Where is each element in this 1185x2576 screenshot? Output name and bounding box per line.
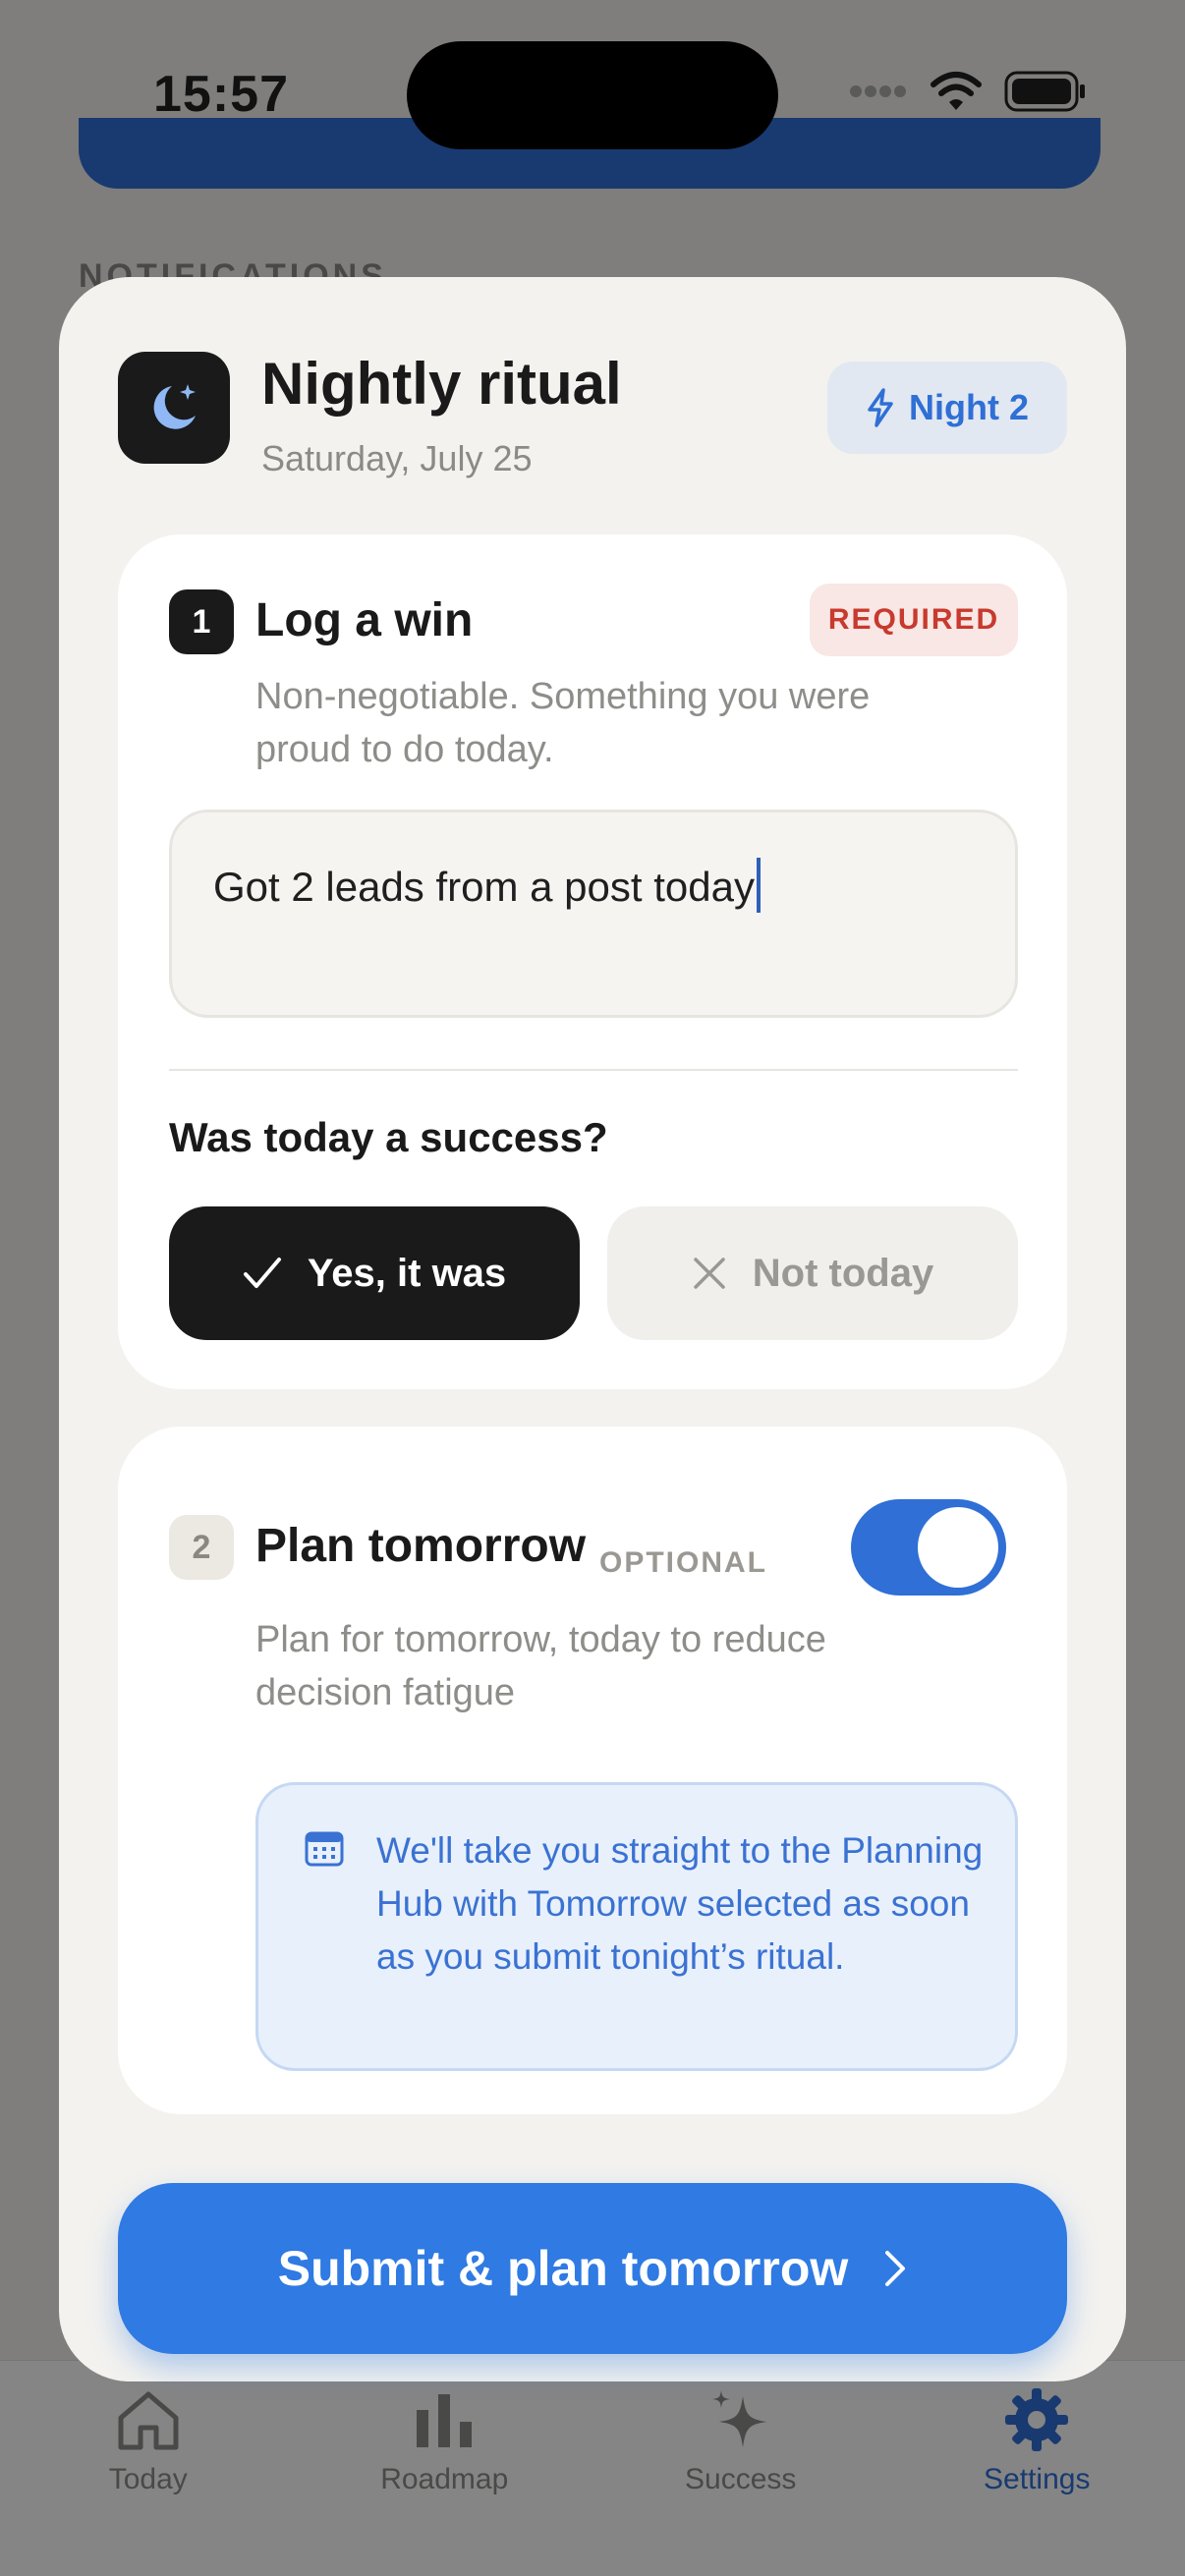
not-today-button[interactable]: Not today: [607, 1206, 1018, 1340]
step-description: Non-negotiable. Something you were proud…: [255, 676, 871, 770]
required-badge: REQUIRED: [810, 584, 1018, 656]
submit-plan-tomorrow-button[interactable]: Submit & plan tomorrow: [118, 2183, 1067, 2354]
chevron-right-icon: [885, 2251, 906, 2286]
nightly-ritual-sheet: Nightly ritual Saturday, July 25 Night 2…: [59, 277, 1126, 2381]
app-icon: [118, 352, 230, 464]
dynamic-island: [407, 41, 778, 149]
optional-badge: OPTIONAL: [599, 1546, 767, 1579]
moon-stars-icon: [153, 384, 196, 429]
calendar-icon: [305, 1831, 344, 1867]
sheet-date: Saturday, July 25: [261, 438, 533, 478]
status-icons: [849, 71, 1087, 112]
win-input[interactable]: Got 2 leads from a post today: [169, 810, 1018, 1018]
sheet-title: Nightly ritual: [261, 351, 622, 417]
step-title: Log a win: [255, 594, 474, 646]
toggle-knob: [918, 1507, 998, 1588]
step-number: 2: [169, 1515, 234, 1580]
close-icon: [694, 1258, 725, 1289]
battery-icon: [1004, 71, 1085, 112]
lightning-icon: [868, 388, 893, 427]
wifi-icon: [931, 72, 982, 110]
not-today-label: Not today: [752, 1251, 934, 1295]
win-input-value: Got 2 leads from a post today: [213, 864, 755, 910]
step-title: Plan tomorrow: [255, 1520, 587, 1572]
status-time: 15:57: [153, 66, 289, 123]
signal-dots-icon: [850, 85, 906, 97]
yes-label: Yes, it was: [307, 1251, 507, 1295]
checkmark-icon: [243, 1258, 281, 1288]
plan-tomorrow-card: 2 Plan tomorrow OPTIONAL Plan for tomorr…: [118, 1427, 1067, 2114]
divider: [169, 1069, 1018, 1071]
night-count-badge: Night 2: [827, 362, 1067, 454]
planning-hub-info-text: We'll take you straight to the Planning …: [376, 1830, 984, 1977]
step-description: Plan for tomorrow, today to reduce decis…: [255, 1619, 826, 1713]
submit-label: Submit & plan tomorrow: [277, 2241, 849, 2296]
log-win-card: 1 Log a win REQUIRED Non-negotiable. Som…: [118, 534, 1067, 1389]
success-question: Was today a success?: [169, 1114, 608, 1160]
plan-tomorrow-toggle[interactable]: [851, 1499, 1006, 1596]
night-count-label: Night 2: [909, 387, 1029, 427]
yes-success-button[interactable]: Yes, it was: [169, 1206, 580, 1340]
step-number: 1: [169, 589, 234, 654]
text-caret: [756, 858, 761, 913]
planning-hub-info: We'll take you straight to the Planning …: [255, 1782, 1018, 2071]
